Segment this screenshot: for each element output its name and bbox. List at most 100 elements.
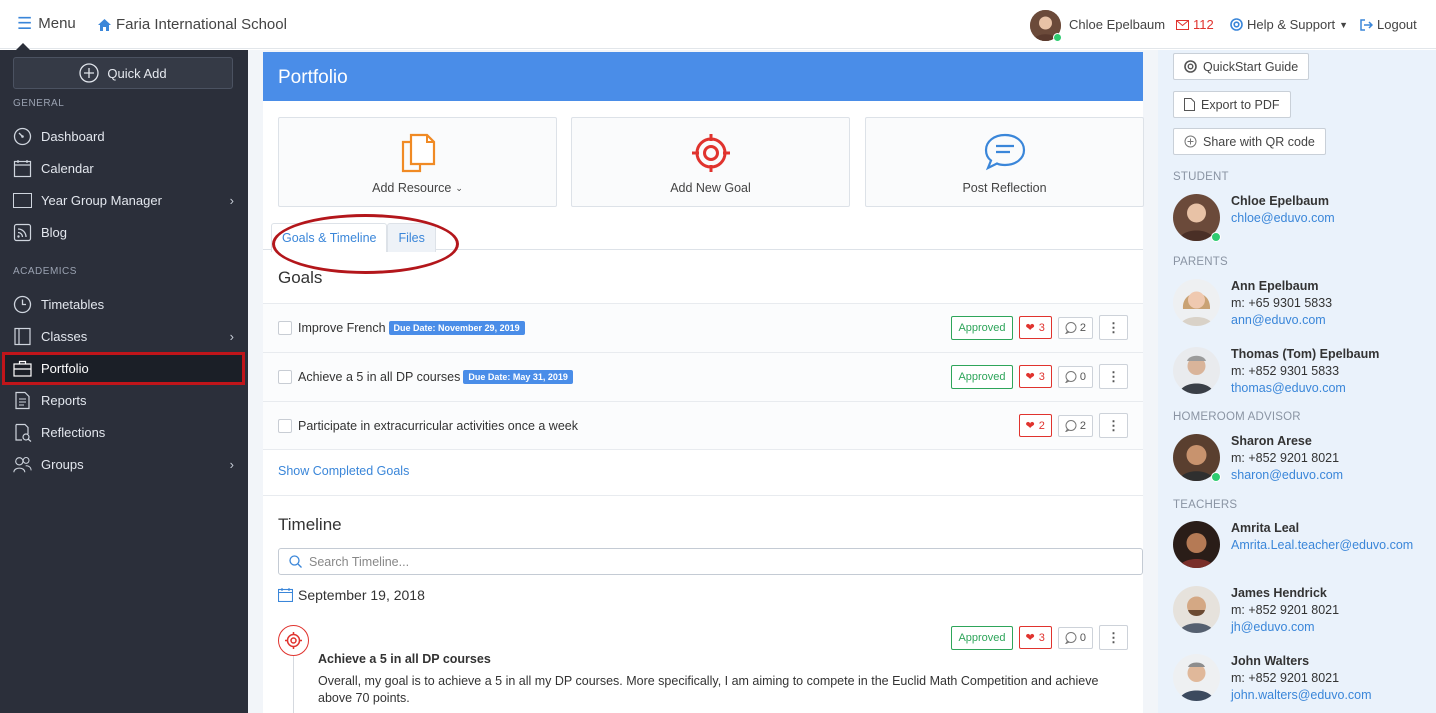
online-indicator: [1211, 232, 1221, 242]
sidebar-item-label: Blog: [41, 224, 68, 240]
timeline-search-input[interactable]: Search Timeline...: [278, 548, 1143, 575]
person-email[interactable]: john.walters@eduvo.com: [1231, 688, 1372, 702]
sidebar-item-year-group-manager[interactable]: Year Group Manager ›: [0, 184, 248, 216]
timeline-date-text: September 19, 2018: [298, 587, 425, 603]
avatar[interactable]: [1173, 654, 1220, 701]
due-date-badge: Due Date: November 29, 2019: [388, 321, 525, 335]
like-count: 3: [1038, 321, 1045, 334]
section-academics: ACADEMICS: [13, 266, 77, 277]
teacher-card: John Walters m: +852 9201 8021 john.walt…: [1173, 654, 1433, 706]
person-email[interactable]: jh@eduvo.com: [1231, 620, 1315, 634]
person-email[interactable]: Amrita.Leal.teacher@eduvo.com: [1231, 538, 1413, 552]
sidebar-item-blog[interactable]: Blog: [0, 216, 248, 248]
approved-badge: Approved: [951, 315, 1013, 340]
add-new-goal-card[interactable]: Add New Goal: [571, 117, 850, 207]
comment-button[interactable]: 0: [1057, 626, 1093, 649]
timeline-line: [293, 656, 294, 713]
menu-caret: [16, 43, 30, 50]
avatar[interactable]: [1173, 279, 1220, 326]
like-button[interactable]: ❤ 3: [1018, 365, 1052, 388]
heart-icon: ❤: [1025, 322, 1035, 334]
like-count: 3: [1038, 631, 1045, 644]
quick-add-button[interactable]: Quick Add: [13, 57, 233, 89]
school-link[interactable]: Faria International School: [98, 16, 287, 33]
groups-icon: [13, 455, 32, 474]
sidebar-item-groups[interactable]: Groups ›: [0, 448, 248, 480]
goal-row: Improve French Due Date: November 29, 20…: [263, 303, 1143, 352]
add-resource-card[interactable]: Add Resource ⌄: [278, 117, 557, 207]
export-pdf-button[interactable]: Export to PDF: [1173, 91, 1291, 118]
sidebar-item-label: Groups: [41, 456, 84, 472]
show-completed-goals-link[interactable]: Show Completed Goals: [278, 464, 409, 478]
person-phone: m: +852 9201 8021: [1231, 671, 1340, 685]
user-name[interactable]: Chloe Epelbaum: [1069, 17, 1165, 32]
sidebar-item-dashboard[interactable]: Dashboard: [0, 120, 248, 152]
like-button[interactable]: ❤ 2: [1018, 414, 1052, 437]
sidebar-item-timetables[interactable]: Timetables: [0, 288, 248, 320]
timeline-entry-title[interactable]: Achieve a 5 in all DP courses: [318, 652, 491, 666]
logout-link[interactable]: Logout: [1360, 17, 1417, 32]
chevron-right-icon: ›: [229, 193, 234, 208]
comment-count: 2: [1079, 419, 1086, 432]
comment-icon: [1064, 419, 1077, 432]
like-count: 2: [1038, 419, 1045, 432]
like-button[interactable]: ❤ 3: [1018, 316, 1052, 339]
goal-checkbox[interactable]: [278, 418, 292, 433]
copy-files-icon: [400, 133, 436, 173]
due-date-badge: Due Date: May 31, 2019: [463, 370, 573, 384]
hamburger-icon: ☰: [17, 14, 33, 33]
online-indicator: [1053, 33, 1062, 42]
goal-checkbox[interactable]: [278, 370, 292, 384]
person-name: Amrita Leal: [1231, 521, 1300, 535]
parent-card: Ann Epelbaum m: +65 9301 5833 ann@eduvo.…: [1173, 279, 1433, 331]
parents-section-label: PARENTS: [1173, 256, 1228, 268]
sidebar-item-reports[interactable]: Reports: [0, 384, 248, 416]
comment-count: 2: [1079, 321, 1086, 334]
sidebar-item-classes[interactable]: Classes ›: [0, 320, 248, 352]
goal-text[interactable]: Achieve a 5 in all DP courses: [298, 370, 460, 384]
sidebar-item-portfolio[interactable]: Portfolio: [2, 352, 245, 385]
share-qr-button[interactable]: Share with QR code: [1173, 128, 1326, 155]
help-support-dropdown[interactable]: Help & Support ▼: [1230, 17, 1348, 32]
post-reflection-card[interactable]: Post Reflection: [865, 117, 1144, 207]
messages-link[interactable]: 112: [1176, 17, 1214, 32]
comment-icon: [1064, 321, 1077, 334]
person-email[interactable]: ann@eduvo.com: [1231, 313, 1326, 327]
section-general: GENERAL: [13, 98, 65, 109]
quick-add-label: Quick Add: [107, 65, 167, 81]
sidebar-item-reflections[interactable]: Reflections: [0, 416, 248, 448]
goal-checkbox[interactable]: [278, 321, 292, 335]
person-name: Thomas (Tom) Epelbaum: [1231, 347, 1380, 361]
avatar[interactable]: [1173, 586, 1220, 633]
goal-row: Achieve a 5 in all DP courses Due Date: …: [263, 352, 1143, 401]
main-area: Portfolio Add Resource ⌄ Add New Goal Pos…: [248, 50, 1158, 713]
person-name: Sharon Arese: [1231, 434, 1312, 448]
more-options-icon[interactable]: ⋮: [1099, 315, 1128, 340]
portfolio-panel: Portfolio Add Resource ⌄ Add New Goal Pos…: [263, 52, 1144, 713]
menu-button[interactable]: ☰ Menu: [17, 15, 76, 32]
goal-text[interactable]: Improve French: [298, 321, 386, 335]
like-button[interactable]: ❤ 3: [1018, 626, 1052, 649]
quickstart-guide-button[interactable]: QuickStart Guide: [1173, 53, 1310, 80]
person-email[interactable]: sharon@eduvo.com: [1231, 468, 1343, 482]
goal-text[interactable]: Participate in extracurricular activitie…: [298, 419, 578, 433]
student-card: Chloe Epelbaum chloe@eduvo.com: [1173, 194, 1433, 246]
more-options-icon[interactable]: ⋮: [1099, 413, 1128, 438]
more-options-icon[interactable]: ⋮: [1099, 625, 1128, 650]
sidebar-item-calendar[interactable]: Calendar: [0, 152, 248, 184]
timeline-entry-body: Overall, my goal is to achieve a 5 in al…: [318, 674, 1099, 705]
person-email[interactable]: thomas@eduvo.com: [1231, 381, 1346, 395]
approved-badge: Approved: [951, 625, 1013, 650]
comment-button[interactable]: 2: [1057, 414, 1093, 437]
more-options-icon[interactable]: ⋮: [1099, 364, 1128, 389]
person-phone: m: +852 9301 5833: [1231, 364, 1340, 378]
comment-button[interactable]: 0: [1057, 365, 1093, 388]
comment-button[interactable]: 2: [1057, 316, 1093, 339]
school-name: Faria International School: [116, 16, 287, 33]
avatar[interactable]: [1173, 347, 1220, 394]
message-count: 112: [1193, 17, 1214, 32]
lifebuoy-icon: [1184, 60, 1197, 73]
avatar[interactable]: [1173, 521, 1220, 568]
person-email[interactable]: chloe@eduvo.com: [1231, 211, 1335, 225]
page-title: Portfolio: [263, 52, 1143, 101]
